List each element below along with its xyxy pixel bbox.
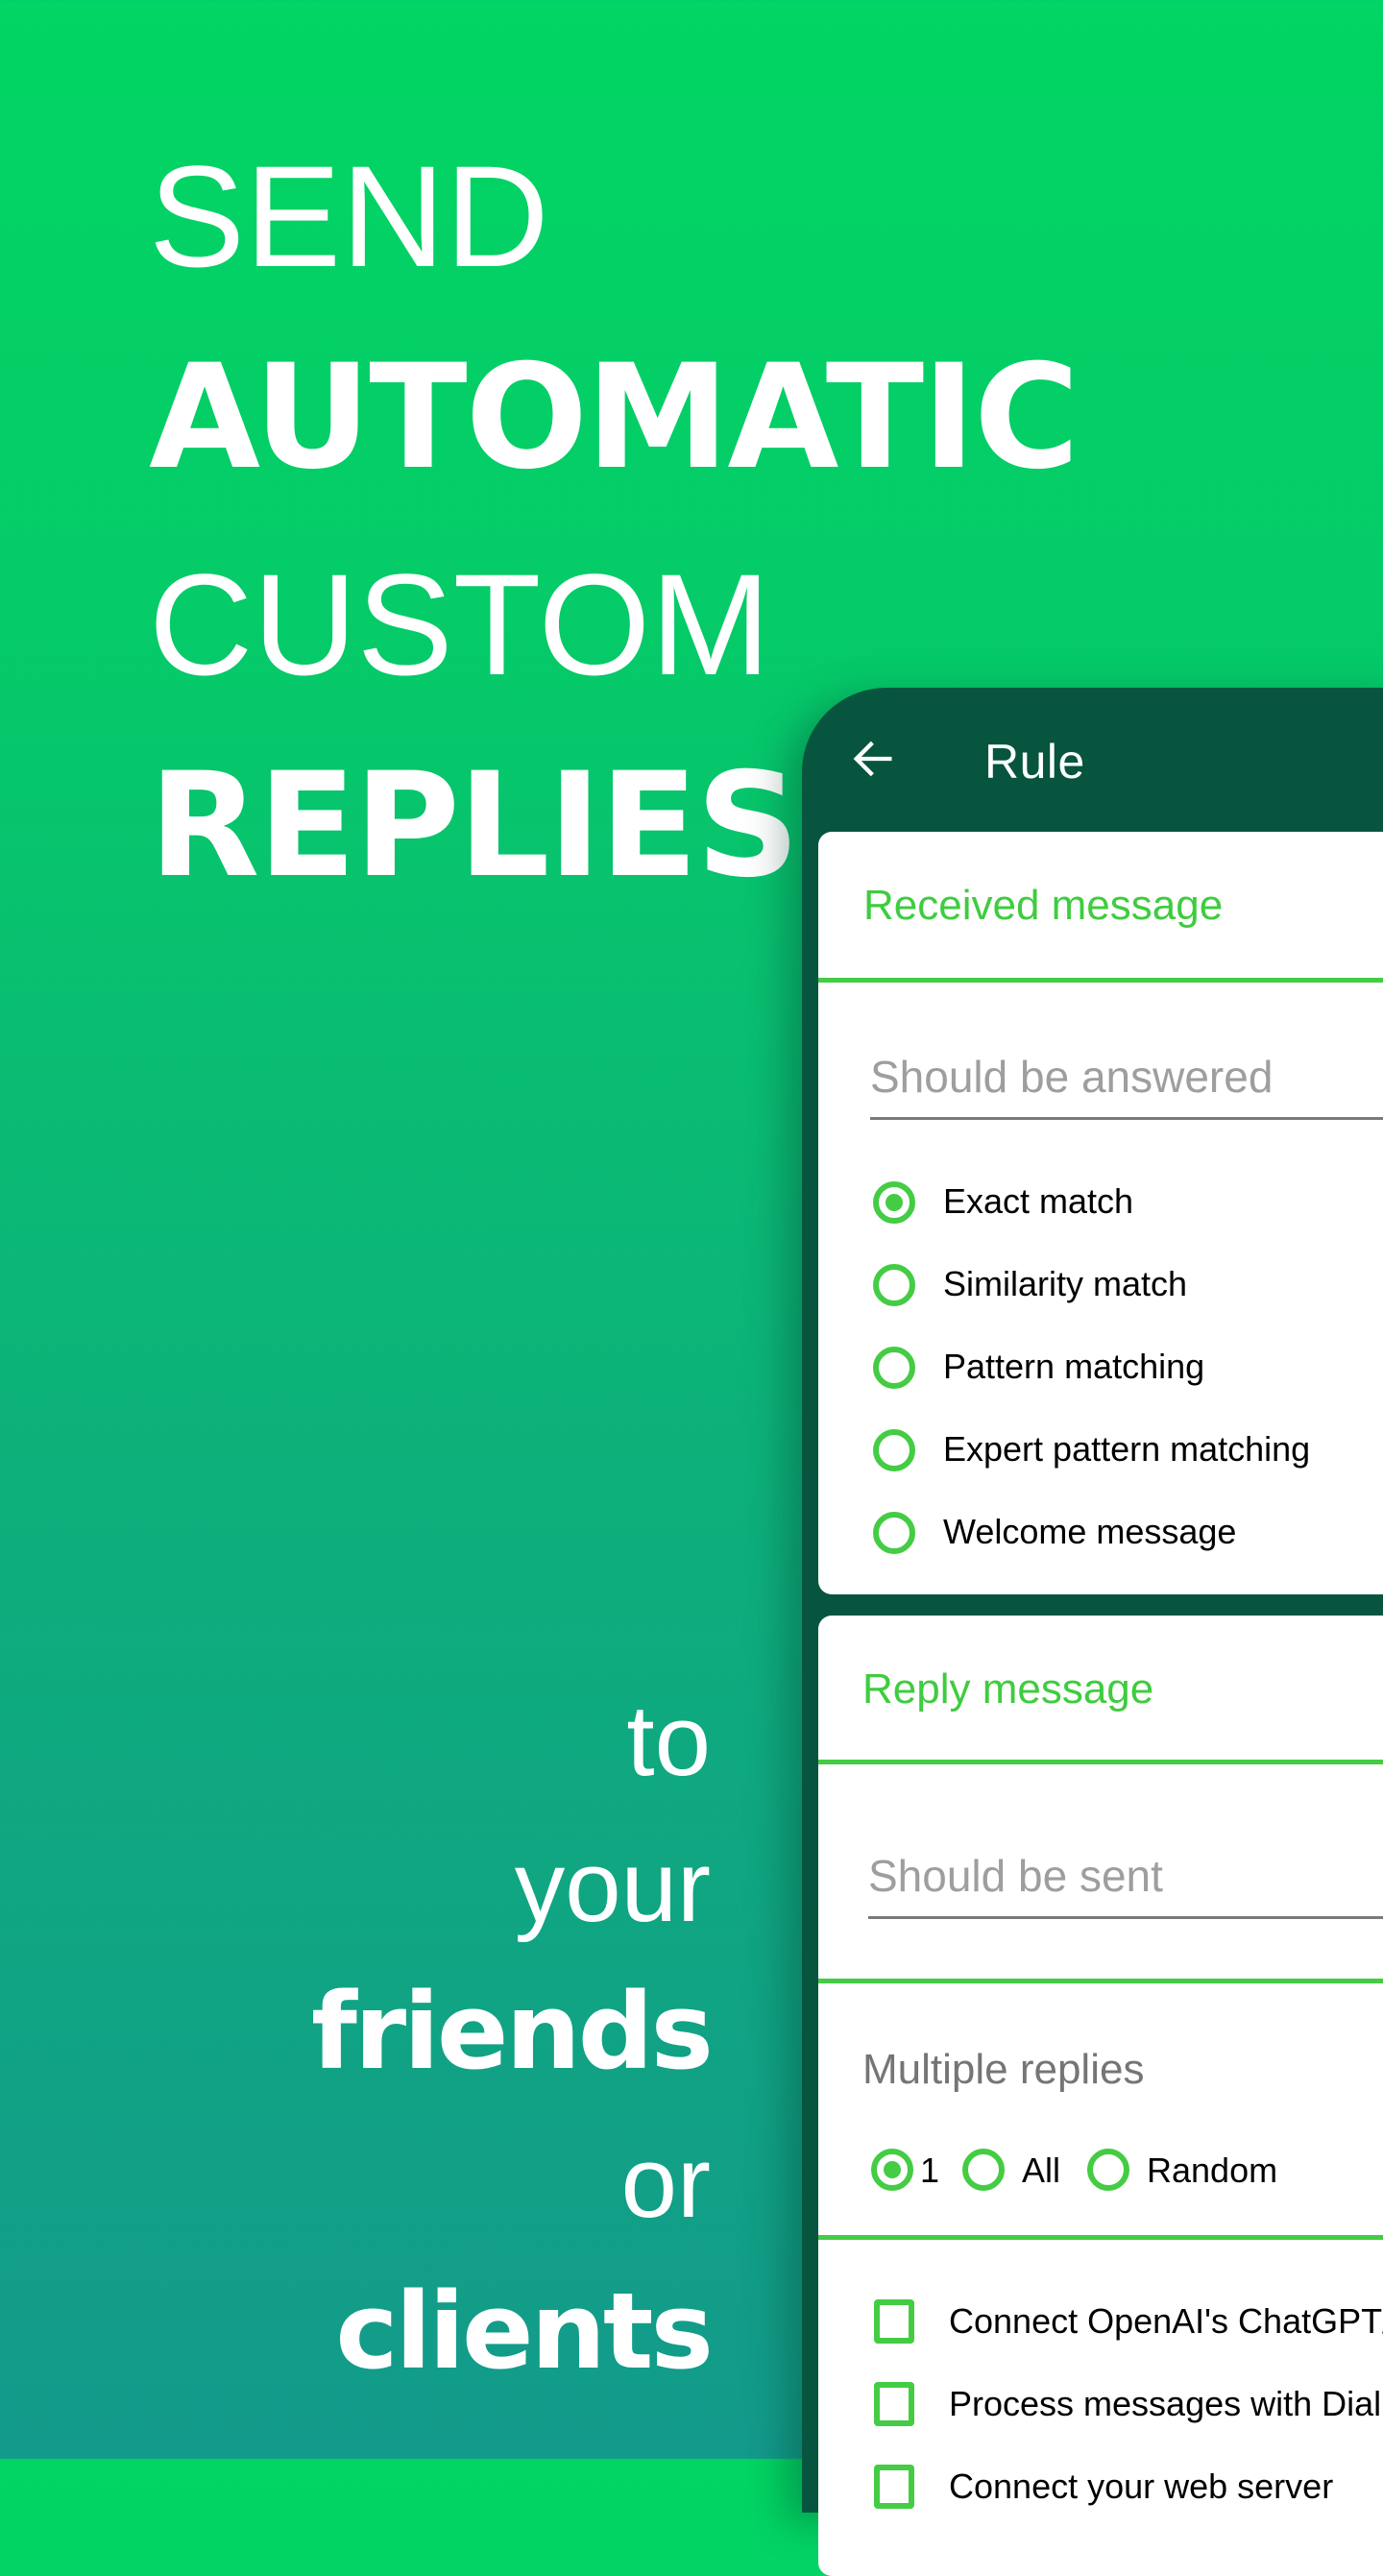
radio-similarity-match[interactable] <box>873 1264 915 1306</box>
received-message-header: Received message <box>863 882 1224 929</box>
subline-your: your <box>514 1831 711 1943</box>
reply-message-card: Reply message Should be sent Multiple re… <box>818 1616 1383 2576</box>
radio-label: All <box>1022 2151 1061 2190</box>
radio-label: Welcome message <box>943 1512 1237 1551</box>
radio-expert-pattern-matching[interactable] <box>873 1429 915 1471</box>
divider <box>818 1979 1383 1983</box>
checkbox-label: Connect OpenAI's ChatGPT/ <box>949 2301 1383 2341</box>
radio-exact-match[interactable] <box>873 1181 915 1224</box>
checkbox-chatgpt[interactable] <box>874 2299 914 2344</box>
phone-mockup: Rule Received message Should be answered… <box>802 688 1383 2576</box>
radio-label: Pattern matching <box>943 1347 1205 1386</box>
divider <box>818 1760 1383 1764</box>
checkbox-web-server[interactable] <box>874 2465 914 2509</box>
subline-to: to <box>626 1685 711 1797</box>
radio-reply-all[interactable] <box>962 2149 1005 2191</box>
app-toolbar: Rule <box>802 688 1383 832</box>
radio-pattern-matching[interactable] <box>873 1347 915 1389</box>
radio-label: Random <box>1147 2151 1278 2190</box>
radio-label: Exact match <box>943 1181 1134 1221</box>
subline-clients: clients <box>335 2270 714 2393</box>
divider <box>818 2235 1383 2240</box>
radio-reply-random[interactable] <box>1087 2149 1129 2191</box>
multiple-replies-label: Multiple replies <box>862 2046 1145 2093</box>
headline-replies: REPLIES <box>149 742 800 910</box>
input-underline <box>868 1916 1383 1919</box>
headline-custom: CUSTOM <box>149 544 771 705</box>
checkbox-label: Process messages with Dial <box>949 2384 1382 2423</box>
received-message-card: Received message Should be answered Exac… <box>818 832 1383 1594</box>
radio-welcome-message[interactable] <box>873 1512 915 1554</box>
checkbox-dialogflow[interactable] <box>874 2382 914 2426</box>
reply-message-input[interactable]: Should be sent <box>868 1850 1163 1902</box>
toolbar-title: Rule <box>984 735 1085 789</box>
divider <box>818 978 1383 983</box>
checkbox-label: Connect your web server <box>949 2467 1334 2506</box>
input-underline <box>870 1117 1383 1120</box>
arrow-left-icon[interactable] <box>848 734 898 784</box>
radio-label: Expert pattern matching <box>943 1429 1311 1469</box>
reply-message-header: Reply message <box>862 1665 1154 1713</box>
headline-automatic: AUTOMATIC <box>149 334 1080 501</box>
radio-reply-1[interactable] <box>871 2149 913 2191</box>
headline-send: SEND <box>149 135 549 297</box>
radio-label: 1 <box>920 2151 940 2190</box>
subline-friends: friends <box>311 1970 714 2093</box>
received-message-input[interactable]: Should be answered <box>870 1051 1273 1103</box>
subline-or: or <box>620 2126 711 2239</box>
radio-label: Similarity match <box>943 1264 1188 1303</box>
